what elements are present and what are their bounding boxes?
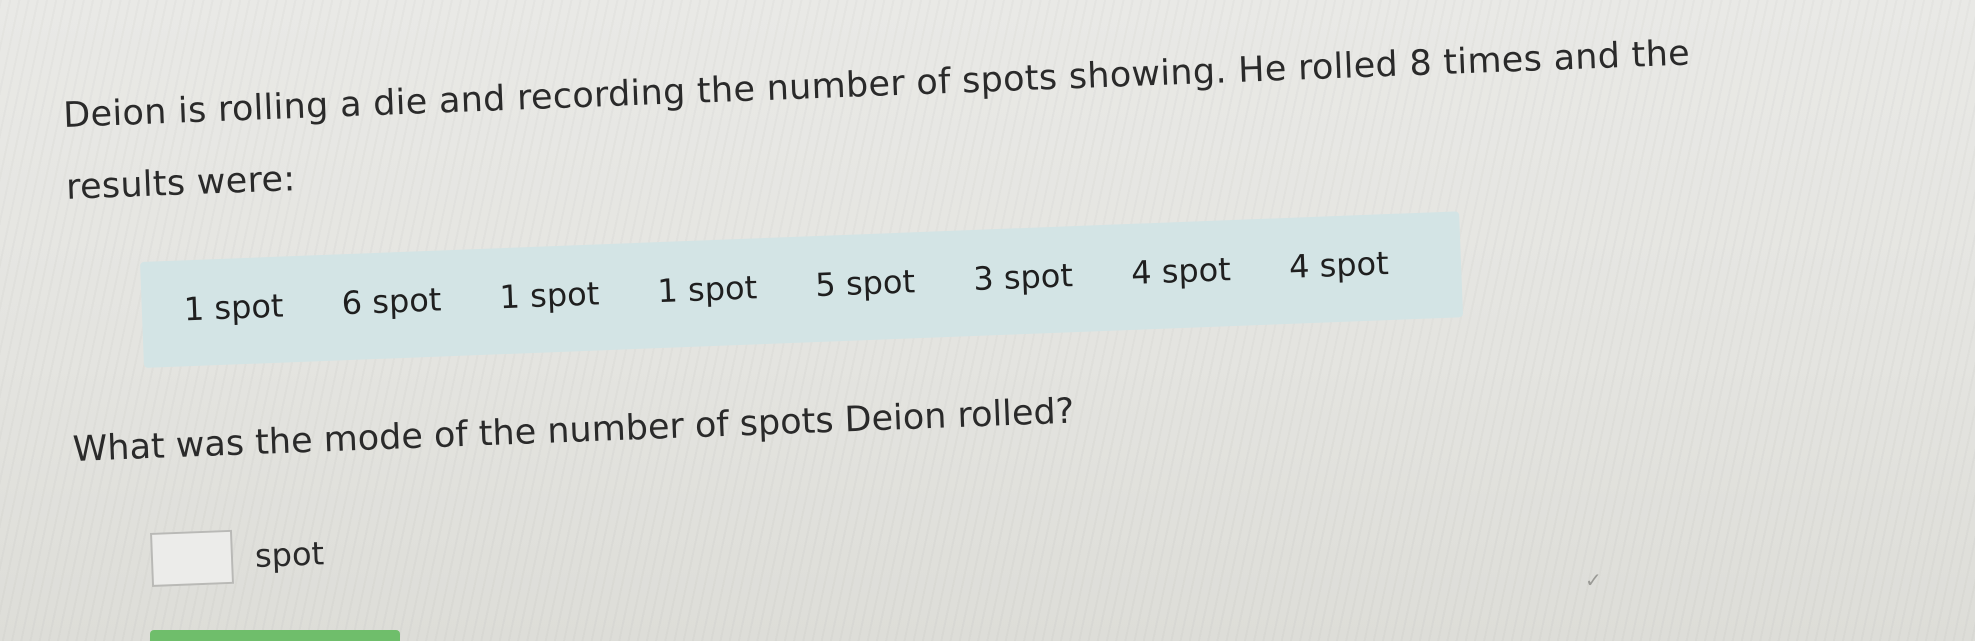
green-bar (150, 630, 400, 641)
roll-result: 3 spot (972, 256, 1074, 299)
roll-result: 1 spot (498, 274, 600, 317)
answer-input[interactable] (150, 529, 235, 587)
results-list: 1 spot 6 spot 1 spot 1 spot 5 spot 3 spo… (183, 242, 1448, 328)
roll-result: 6 spot (341, 280, 443, 323)
unit-label: spot (254, 534, 325, 575)
roll-result: 1 spot (183, 286, 285, 329)
roll-result: 4 spot (1130, 250, 1232, 292)
problem-panel: Deion is rolling a die and recording the… (0, 0, 1975, 641)
roll-result: 4 spot (1288, 244, 1390, 286)
answer-row: spot (150, 526, 325, 587)
roll-result: 5 spot (814, 262, 916, 305)
roll-result: 1 spot (656, 268, 758, 311)
check-icon: ✓ (1585, 568, 1602, 592)
question-text: Deion is rolling a die and recording the… (62, 8, 1946, 224)
results-box: 1 spot 6 spot 1 spot 1 spot 5 spot 3 spo… (140, 211, 1464, 368)
mode-question: What was the mode of the number of spots… (72, 391, 1075, 470)
